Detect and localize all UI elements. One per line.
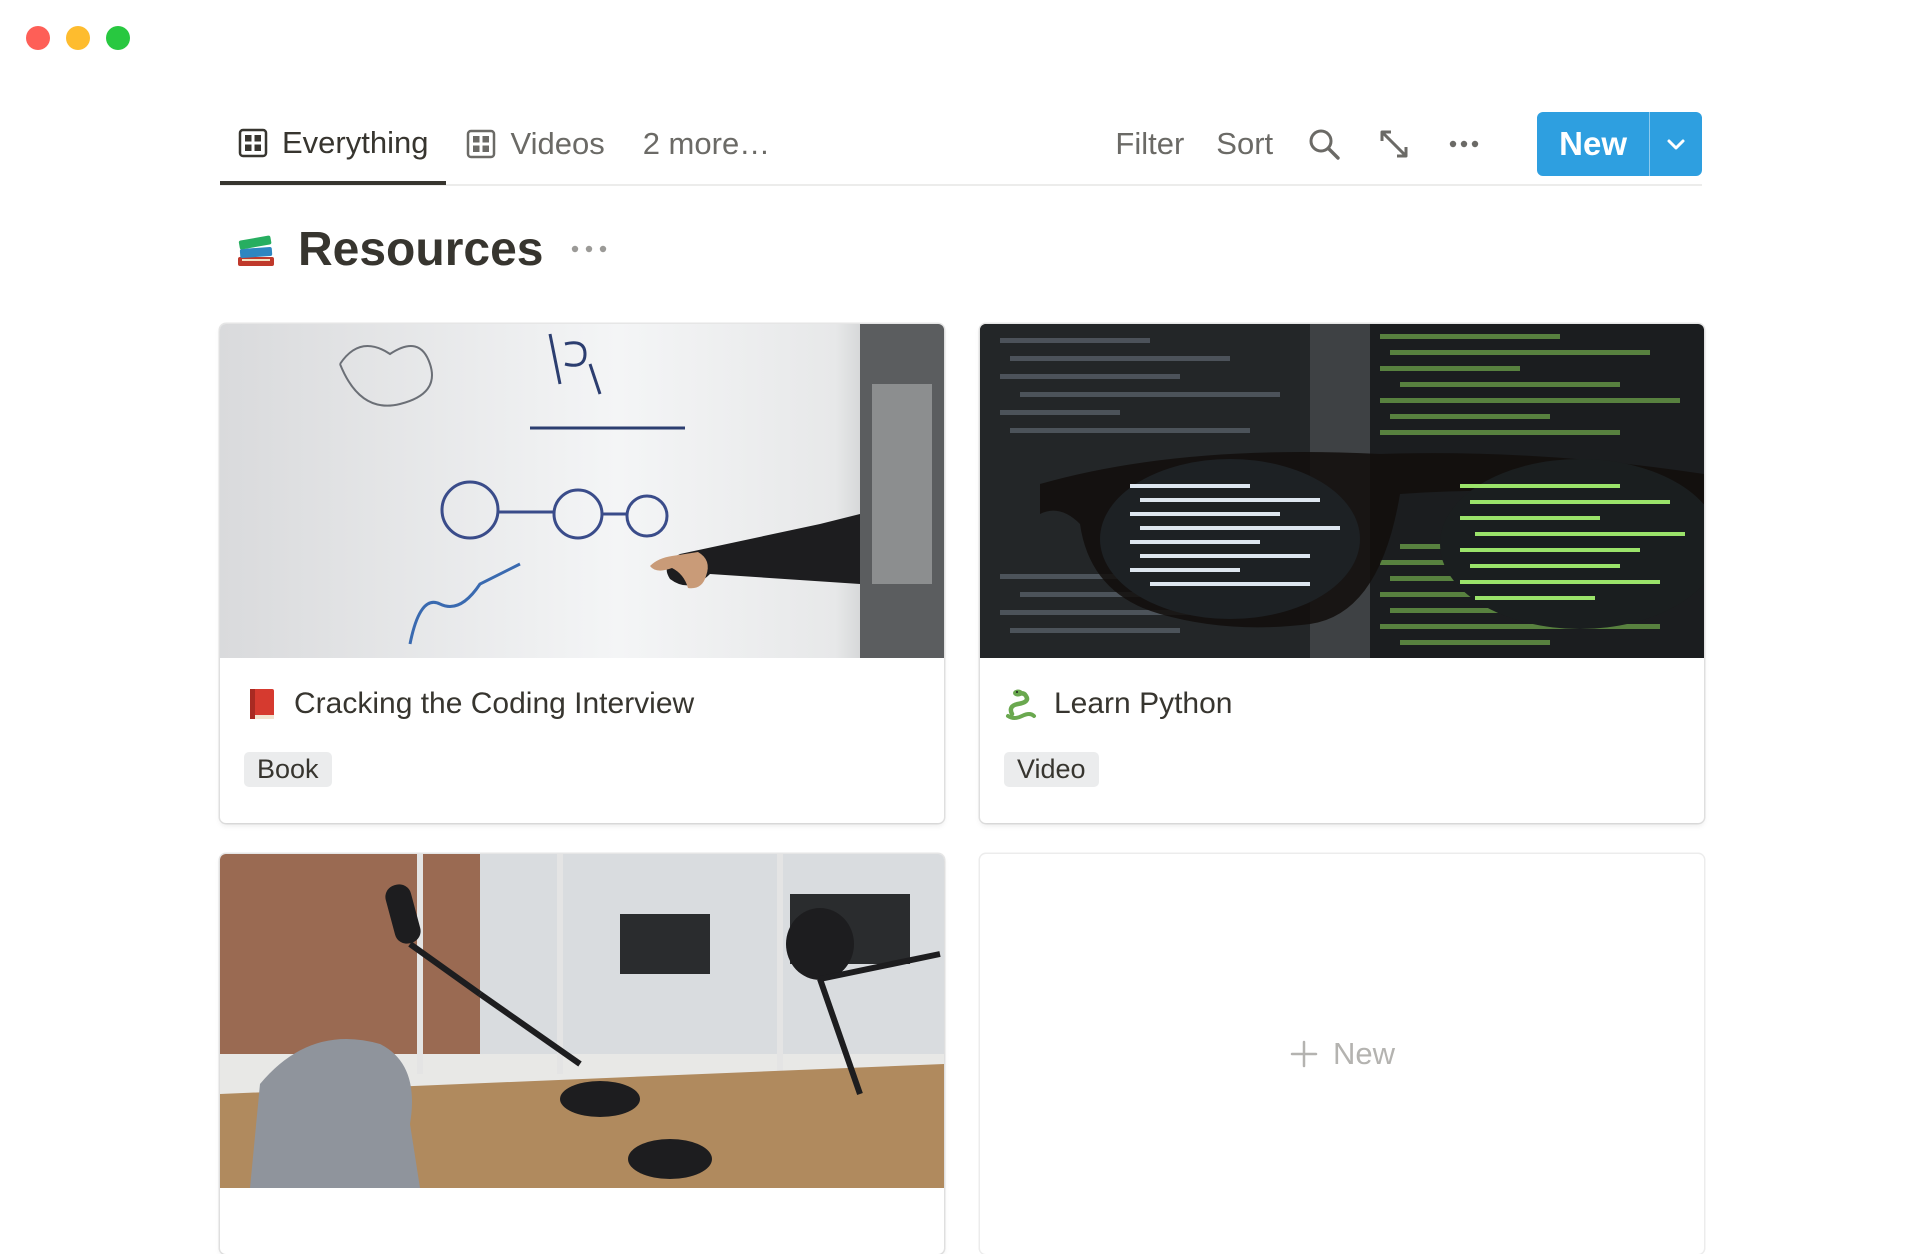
window-controls xyxy=(26,26,130,50)
podcast-studio-photo xyxy=(220,854,944,1188)
snake-emoji xyxy=(1006,689,1036,720)
tab-more-views[interactable]: 2 more… xyxy=(625,104,788,184)
books-emoji xyxy=(238,235,274,266)
filter-button[interactable]: Filter xyxy=(1099,126,1200,162)
search-icon[interactable] xyxy=(1306,126,1342,162)
tab-label: Videos xyxy=(510,126,605,161)
plus-icon xyxy=(1290,1040,1318,1068)
more-icon[interactable] xyxy=(569,242,609,256)
view-actions: Filter Sort New xyxy=(1099,104,1702,184)
gallery-icon xyxy=(238,128,268,158)
sort-button[interactable]: Sort xyxy=(1200,126,1289,162)
view-tab-bar: Everything Videos 2 more… Filter Sort Ne… xyxy=(220,104,1702,186)
minimize-window-button[interactable] xyxy=(66,26,90,50)
red-book-emoji xyxy=(250,689,274,719)
card-title: Learn Python xyxy=(1054,687,1233,720)
gallery-card[interactable] xyxy=(220,854,944,1254)
gallery-icon xyxy=(467,129,496,159)
gallery-card[interactable]: Cracking the Coding Interview Book xyxy=(220,324,944,823)
card-title: Cracking the Coding Interview xyxy=(294,687,695,720)
tab-videos[interactable]: Videos xyxy=(446,104,624,184)
code-through-glasses-photo xyxy=(980,324,1704,658)
new-button[interactable]: New xyxy=(1537,112,1649,176)
page-header: Resources xyxy=(220,216,1702,282)
new-button-group: New xyxy=(1537,112,1702,176)
gallery-card[interactable]: Learn Python Video xyxy=(980,324,1704,823)
tab-everything[interactable]: Everything xyxy=(220,105,447,185)
more-icon[interactable] xyxy=(1446,126,1482,162)
whiteboard-roadmap-photo xyxy=(220,324,944,658)
chevron-down-icon xyxy=(1667,139,1685,150)
close-window-button[interactable] xyxy=(26,26,50,50)
page-title: Resources xyxy=(298,222,544,276)
tab-label: 2 more… xyxy=(642,126,771,161)
new-options-button[interactable] xyxy=(1649,112,1702,176)
type-tag: Book xyxy=(244,752,332,787)
add-card-label: New xyxy=(1332,1036,1395,1071)
card-title-row: Learn Python xyxy=(1004,684,1680,724)
database-view: Everything Videos 2 more… Filter Sort Ne… xyxy=(220,104,1704,1254)
card-title-row: Cracking the Coding Interview xyxy=(244,684,920,724)
type-tag: Video xyxy=(1004,752,1099,787)
maximize-window-button[interactable] xyxy=(106,26,130,50)
add-card-button[interactable]: New xyxy=(980,854,1704,1254)
tab-label: Everything xyxy=(282,125,429,160)
expand-icon[interactable] xyxy=(1376,126,1412,162)
